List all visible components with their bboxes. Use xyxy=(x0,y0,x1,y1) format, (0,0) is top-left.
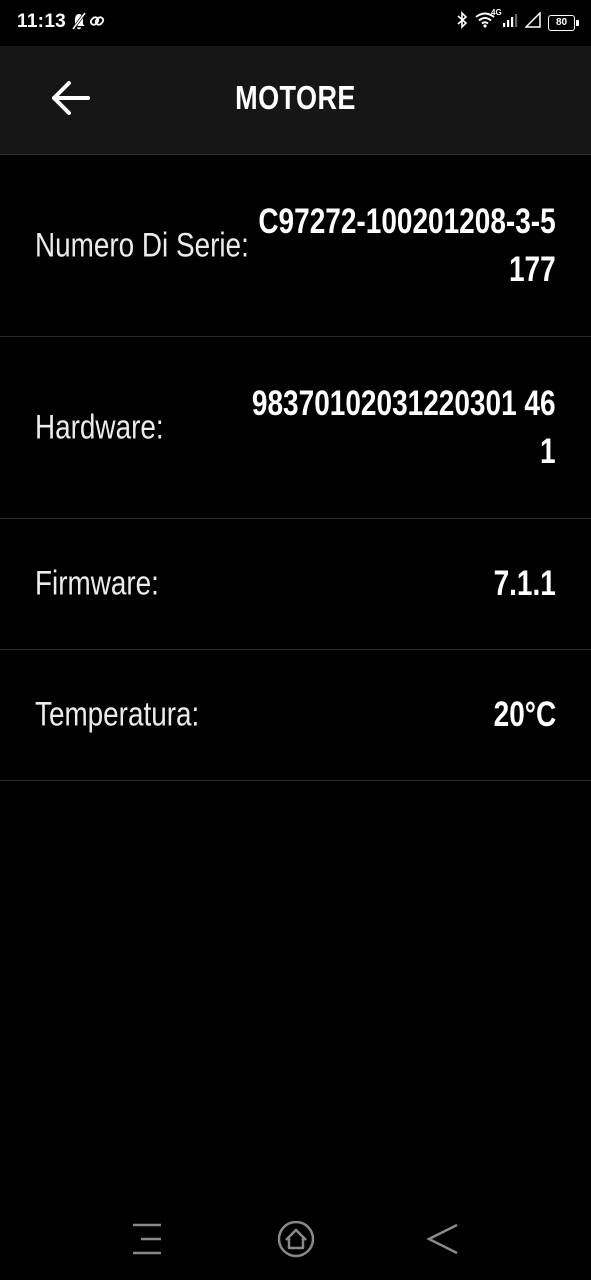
status-right-icons: 4G 80 xyxy=(456,8,579,34)
battery-icon: 80 xyxy=(548,14,579,31)
nav-menu-button[interactable] xyxy=(122,1218,172,1264)
status-bar: 11:13 4G 80 xyxy=(0,0,591,46)
info-row-temperature: Temperatura: 20°C xyxy=(0,650,591,781)
back-icon xyxy=(426,1222,460,1261)
link-icon xyxy=(89,12,105,35)
status-left-icons xyxy=(71,12,105,35)
serial-number-value-line-2: 177 xyxy=(509,249,556,289)
hardware-value: 98370102031220301 46 1 xyxy=(252,380,556,476)
hardware-value-line-1: 98370102031220301 46 xyxy=(252,383,556,423)
info-row-hardware: Hardware: 98370102031220301 46 1 xyxy=(0,337,591,519)
network-type-label: 4G xyxy=(491,8,502,17)
wifi-icon: 4G xyxy=(475,8,502,33)
serial-number-label: Numero Di Serie: xyxy=(35,226,249,264)
serial-number-value: C97272-100201208-3-5 177 xyxy=(259,198,556,294)
temperature-label: Temperatura: xyxy=(35,695,200,734)
home-icon xyxy=(276,1219,316,1264)
system-nav-bar xyxy=(0,1200,591,1280)
notification-muted-icon xyxy=(71,12,87,35)
cell-signal-icon xyxy=(502,12,518,33)
hardware-label: Hardware: xyxy=(35,408,164,446)
info-row-firmware: Firmware: 7.1.1 xyxy=(0,519,591,650)
hardware-value-line-2: 1 xyxy=(540,431,556,471)
status-time: 11:13 xyxy=(17,11,67,32)
nav-home-button[interactable] xyxy=(271,1218,321,1264)
battery-level: 80 xyxy=(555,16,568,28)
app-header: MOTORE xyxy=(0,46,591,155)
serial-number-value-line-1: C97272-100201208-3-5 xyxy=(258,201,556,241)
bluetooth-icon xyxy=(456,11,468,34)
page-title: MOTORE xyxy=(235,79,356,116)
cell-signal-empty-icon xyxy=(524,11,541,33)
nav-back-button[interactable] xyxy=(418,1218,468,1264)
info-list: Numero Di Serie: C97272-100201208-3-5 17… xyxy=(0,155,591,781)
info-row-serial-number: Numero Di Serie: C97272-100201208-3-5 17… xyxy=(0,155,591,337)
temperature-value: 20°C xyxy=(493,695,556,734)
firmware-label: Firmware: xyxy=(35,564,159,603)
menu-icon xyxy=(131,1222,163,1261)
firmware-value: 7.1.1 xyxy=(493,564,556,603)
